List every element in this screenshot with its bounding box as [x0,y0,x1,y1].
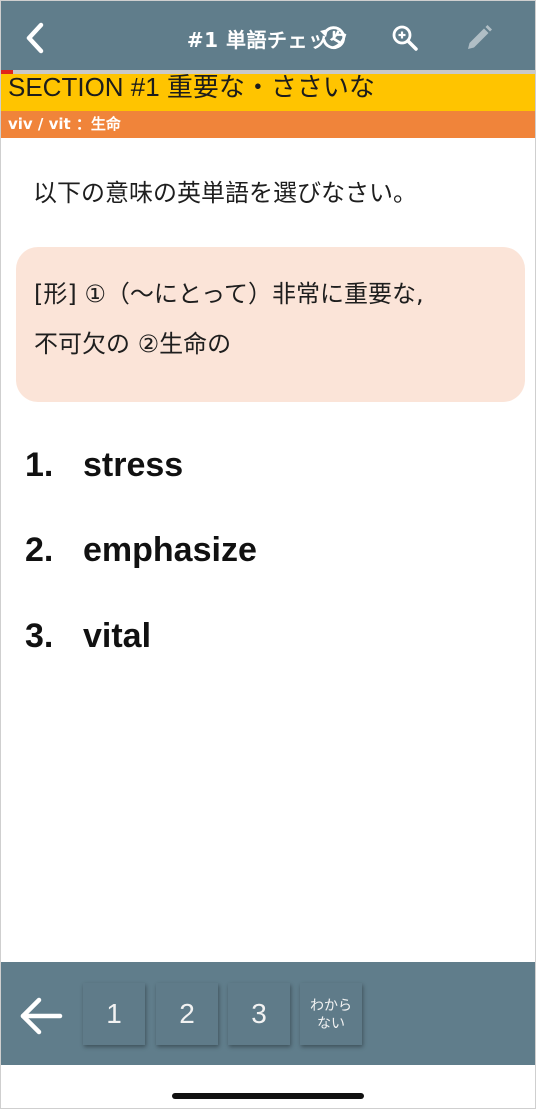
choice-number: 3. [25,617,54,655]
history-button[interactable] [317,22,349,54]
choice-word: vital [83,617,152,655]
question-instruction: 以下の意味の英単語を選びなさい。 [33,179,417,207]
answer-button-label: 1 [106,998,122,1029]
choice-3[interactable]: 3. vital [25,617,151,656]
meaning-card: [形] ①（〜にとって）非常に重要な, 不可欠の ②生命の [16,247,525,402]
header-bar: #1 単語チェック [0,0,536,70]
zoom-button[interactable] [389,22,421,54]
meaning-line-2: 不可欠の ②生命の [34,330,232,358]
choice-word: emphasize [83,531,257,569]
home-indicator-area [0,1065,536,1109]
etymology-banner: viv / vit ：生命 [0,111,536,138]
answer-button-2[interactable]: 2 [156,983,218,1045]
dont-know-label: わから ない [310,997,352,1031]
meaning-line-1: [形] ①（〜にとって）非常に重要な, [34,280,424,308]
choice-1[interactable]: 1. stress [25,446,183,485]
answer-button-label: 3 [251,998,267,1029]
choice-2[interactable]: 2. emphasize [25,531,257,570]
section-banner: SECTION #1 重要な・ささいな [0,74,536,111]
edit-button[interactable] [463,22,495,54]
previous-button[interactable] [18,996,64,1036]
arrow-left-icon [20,997,63,1035]
answer-button-1[interactable]: 1 [83,983,145,1045]
choice-number: 2. [25,531,54,569]
home-indicator[interactable] [172,1093,364,1099]
history-icon [320,26,346,50]
answer-button-3[interactable]: 3 [228,983,290,1045]
answer-bar: 1 2 3 わから ない [0,962,536,1065]
dont-know-button[interactable]: わから ない [300,983,362,1045]
answer-button-label: 2 [179,998,195,1029]
pencil-icon [468,25,492,49]
page-title: #1 単語チェック [186,28,350,52]
choice-number: 1. [25,446,54,484]
choice-word: stress [83,446,184,484]
zoom-in-icon [392,25,418,51]
